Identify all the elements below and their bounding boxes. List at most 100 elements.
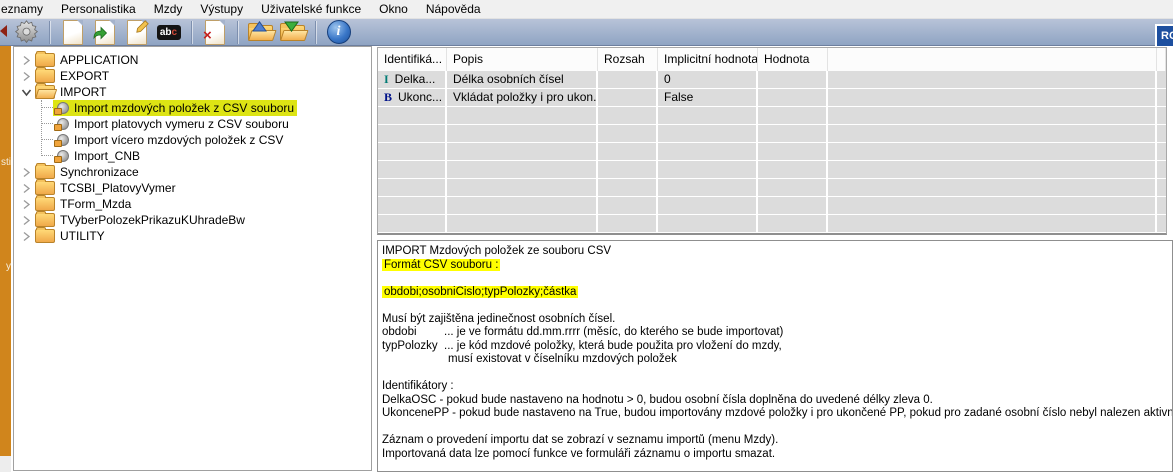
- lock-icon: [54, 124, 62, 131]
- new-document-icon[interactable]: [59, 19, 86, 45]
- folder-tab: [36, 227, 46, 230]
- folder-tab: [36, 83, 46, 86]
- tree-item[interactable]: Import_CNB: [14, 148, 371, 164]
- copy-document-icon[interactable]: [91, 19, 118, 45]
- table-row[interactable]: [378, 215, 1166, 232]
- cell-implicitni: [658, 143, 758, 160]
- edit-document-icon[interactable]: [123, 19, 150, 45]
- table-row[interactable]: [378, 107, 1166, 124]
- tree-item[interactable]: Synchronizace: [14, 164, 371, 180]
- menu-item-uivatelskfunkce[interactable]: Uživatelské funkce: [252, 0, 370, 18]
- info-icon[interactable]: i: [325, 19, 352, 45]
- cell-implicitni: [658, 215, 758, 232]
- chevron-down-icon[interactable]: [18, 88, 34, 97]
- menu-item-okno[interactable]: Okno: [370, 0, 417, 18]
- tree-item[interactable]: TForm_Mzda: [14, 196, 371, 212]
- tree-item[interactable]: Import mzdových položek z CSV souboru: [14, 100, 371, 116]
- open-folder-down-icon[interactable]: [279, 19, 306, 45]
- red-x-icon: ×: [203, 28, 212, 43]
- cell-popis: Délka osobních čísel: [447, 71, 598, 88]
- cell-hodnota: [758, 107, 828, 124]
- description-line: Importovaná data lze pomocí funkce ve fo…: [382, 448, 1172, 462]
- menu-item-npovda[interactable]: Nápověda: [417, 0, 490, 18]
- parameter-grid: Identifiká...PopisRozsahImplicitní hodno…: [377, 47, 1167, 235]
- settings-gear-icon[interactable]: [13, 19, 40, 45]
- menu-item-mzdy[interactable]: Mzdy: [145, 0, 192, 18]
- pencil-icon: [136, 20, 149, 38]
- folder-tab: [36, 179, 46, 182]
- tree-connector-stub: [41, 107, 53, 109]
- lock-icon: [54, 140, 62, 147]
- side-tab-text-fragment: sti: [1, 158, 11, 168]
- chevron-right-icon[interactable]: [18, 199, 34, 210]
- description-line: IMPORT Mzdových položek ze souboru CSV: [382, 245, 1172, 259]
- tree-item-selection: Import mzdových položek z CSV souboru: [53, 100, 297, 116]
- tree-item[interactable]: Import platovych vymeru z CSV souboru: [14, 116, 371, 132]
- collapsed-side-tab[interactable]: sti y: [0, 46, 11, 456]
- folder-icon: [35, 213, 55, 227]
- tree-item-selection: TCSBI_PlatovyVymer: [34, 180, 179, 196]
- menu-item-vstupy[interactable]: Výstupy: [191, 0, 252, 18]
- chevron-right-icon[interactable]: [18, 215, 34, 226]
- cell-hodnota: [758, 179, 828, 196]
- tree-item-selection: Import_CNB: [53, 148, 143, 164]
- menu-item-personalistika[interactable]: Personalistika: [52, 0, 145, 18]
- table-row[interactable]: BUkonc...Vkládat položky i pro ukon...Fa…: [378, 89, 1166, 106]
- cell-empty: [828, 161, 1157, 178]
- tree-item[interactable]: APPLICATION: [14, 52, 371, 68]
- cell-end: [1157, 71, 1166, 88]
- cell-end: [1157, 89, 1166, 106]
- tree-item[interactable]: IMPORT: [14, 84, 371, 100]
- grid-column-header[interactable]: [1157, 48, 1166, 71]
- identifier-text: Delka...: [395, 72, 436, 86]
- table-row[interactable]: IDelka...Délka osobních čísel0: [378, 71, 1166, 88]
- chevron-right-icon[interactable]: [18, 183, 34, 194]
- open-folder-up-icon[interactable]: [247, 19, 274, 45]
- delete-document-icon[interactable]: ×: [201, 19, 228, 45]
- rename-abc-icon[interactable]: abc: [155, 19, 182, 45]
- tree-item-selection: APPLICATION: [34, 52, 141, 68]
- tree-item-selection: TVyberPolozekPrikazuKUhradeBw: [34, 212, 248, 228]
- grid-column-header[interactable]: Rozsah: [598, 48, 658, 71]
- tree-item[interactable]: Import vícero mzdových položek z CSV: [14, 132, 371, 148]
- description-line: Identifikátory :: [382, 380, 1172, 394]
- cell-popis: [447, 179, 598, 196]
- grid-body: IDelka...Délka osobních čísel0BUkonc...V…: [378, 71, 1166, 232]
- cell-hodnota: [758, 89, 828, 106]
- toolbar-separator: [49, 21, 50, 44]
- grid-column-header[interactable]: Popis: [447, 48, 598, 71]
- tree-item[interactable]: UTILITY: [14, 228, 371, 244]
- type-letter: B: [384, 90, 392, 104]
- table-row[interactable]: [378, 161, 1166, 178]
- cell-popis: [447, 125, 598, 142]
- chevron-right-icon[interactable]: [18, 71, 34, 82]
- tree-item[interactable]: TVyberPolozekPrikazuKUhradeBw: [14, 212, 371, 228]
- table-row[interactable]: [378, 179, 1166, 196]
- description-line: [382, 421, 1172, 435]
- table-row[interactable]: [378, 125, 1166, 142]
- open-folder-icon: [35, 85, 55, 99]
- cell-empty: [828, 143, 1157, 160]
- chevron-right-icon[interactable]: [18, 167, 34, 178]
- chevron-right-icon[interactable]: [18, 231, 34, 242]
- description-line: obdobi;osobniCislo;typPolozky;částka: [382, 286, 1172, 300]
- cell-hodnota: [758, 143, 828, 160]
- grid-column-header[interactable]: Implicitní hodnota: [658, 48, 758, 71]
- grid-column-header[interactable]: [828, 48, 1157, 71]
- tree-item[interactable]: EXPORT: [14, 68, 371, 84]
- table-row[interactable]: [378, 143, 1166, 160]
- description-line: Záznam o provedení importu dat se zobraz…: [382, 434, 1172, 448]
- tree-item[interactable]: TCSBI_PlatovyVymer: [14, 180, 371, 196]
- tree-item-label: APPLICATION: [60, 53, 138, 67]
- menu-item-eznamy[interactable]: eznamy: [0, 0, 52, 18]
- description-line: [382, 367, 1172, 381]
- grid-column-header[interactable]: Hodnota: [758, 48, 828, 71]
- chevron-right-icon[interactable]: [18, 55, 34, 66]
- tree-connector-stub: [41, 123, 53, 125]
- collapse-handle-icon[interactable]: [0, 25, 7, 37]
- highlighted-text: Formát CSV souboru :: [382, 259, 500, 271]
- cell-end: [1157, 197, 1166, 214]
- tree-item-label: UTILITY: [60, 229, 105, 243]
- grid-column-header[interactable]: Identifiká...: [378, 48, 447, 71]
- table-row[interactable]: [378, 197, 1166, 214]
